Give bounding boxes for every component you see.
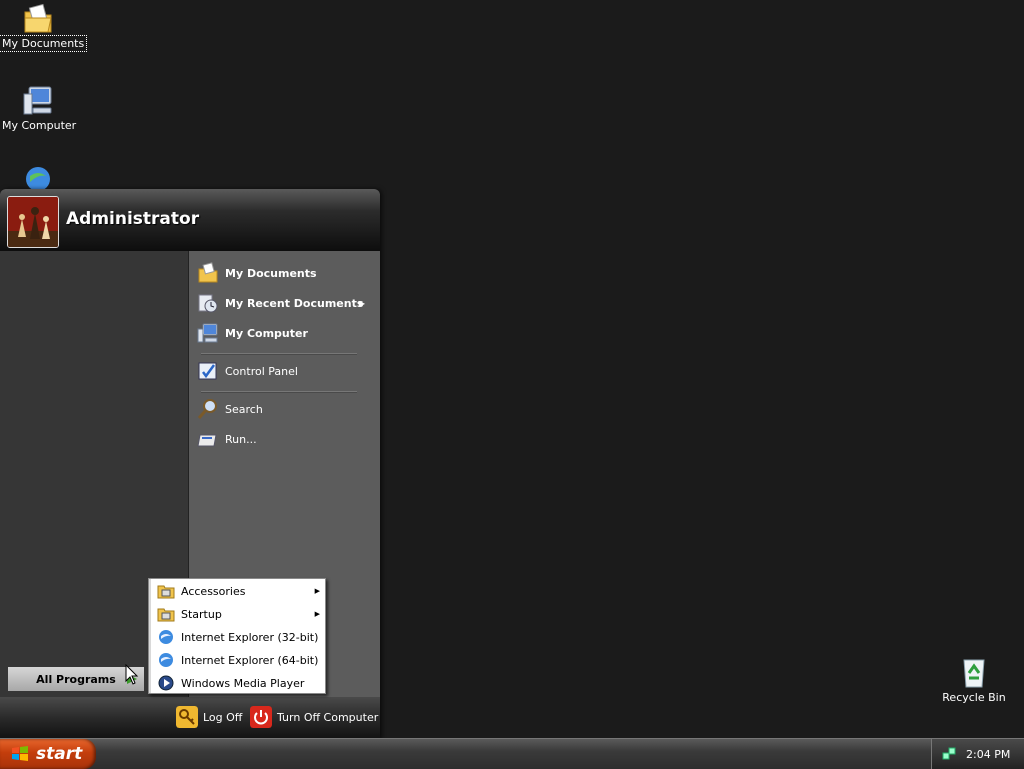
desktop-icon-recycle-bin[interactable]: Recycle Bin — [936, 656, 1012, 705]
chess-pieces-icon — [8, 197, 58, 247]
turn-off-computer-button[interactable]: Turn Off Computer — [250, 705, 378, 729]
submenu-arrow-icon: ▶ — [358, 298, 365, 308]
desktop-icon-my-documents[interactable]: My Documents — [0, 2, 88, 52]
places-control-panel[interactable]: Control Panel — [197, 357, 373, 385]
submenu-item-label: Windows Media Player — [181, 676, 305, 690]
recycle-bin-icon — [963, 659, 985, 688]
submenu-item-media-player[interactable]: Windows Media Player — [153, 672, 323, 694]
user-name: Administrator — [66, 209, 200, 229]
mouse-cursor-icon — [125, 664, 139, 685]
places-label: Search — [225, 402, 263, 416]
my-computer-icon — [23, 86, 52, 115]
clock[interactable]: 2:04 PM — [966, 748, 1010, 761]
log-off-button[interactable]: Log Off — [176, 705, 242, 729]
places-my-documents[interactable]: My Documents — [197, 259, 373, 287]
internet-explorer-icon — [159, 630, 173, 644]
submenu-arrow-icon: ▶ — [314, 587, 320, 595]
places-run[interactable]: Run... — [197, 425, 373, 453]
network-icon[interactable] — [942, 747, 956, 761]
places-my-recent-documents[interactable]: My Recent Documents ▶ — [197, 289, 373, 317]
recent-documents-icon — [198, 294, 218, 313]
desktop-icon-my-computer[interactable]: My Computer — [0, 84, 76, 133]
submenu-item-ie-64[interactable]: Internet Explorer (64-bit) — [153, 649, 323, 671]
system-tray: 2:04 PM — [931, 739, 1024, 769]
my-computer-icon — [197, 323, 218, 343]
places-label: My Documents — [225, 266, 317, 280]
places-my-computer[interactable]: My Computer — [197, 319, 373, 347]
program-group-icon — [157, 608, 175, 622]
media-player-icon — [158, 675, 174, 691]
desktop-icon-label: My Computer — [2, 119, 77, 132]
places-search[interactable]: Search — [197, 395, 373, 423]
all-programs-button[interactable]: All Programs — [8, 667, 144, 691]
start-button[interactable]: start — [0, 739, 96, 769]
my-documents-icon — [24, 3, 52, 33]
places-label: Control Panel — [225, 364, 298, 378]
places-label: My Computer — [225, 326, 308, 340]
start-label: start — [36, 744, 83, 764]
submenu-item-label: Internet Explorer (32-bit) — [181, 630, 319, 644]
submenu-item-startup[interactable]: Startup ▶ — [153, 603, 323, 625]
search-icon — [197, 399, 217, 419]
key-icon — [176, 706, 198, 728]
windows-logo-icon — [12, 746, 28, 761]
desktop-icon-label: My Documents — [0, 35, 88, 52]
start-menu-footer: Log Off Turn Off Computer — [0, 697, 380, 739]
submenu-item-label: Accessories — [181, 584, 246, 598]
menu-separator — [201, 353, 357, 355]
control-panel-icon — [198, 362, 217, 380]
internet-explorer-icon — [159, 653, 173, 667]
all-programs-submenu: Accessories ▶ Startup ▶ Internet Explore… — [148, 578, 326, 694]
submenu-arrow-icon: ▶ — [314, 610, 320, 618]
all-programs-label: All Programs — [36, 672, 116, 686]
submenu-item-ie-32[interactable]: Internet Explorer (32-bit) — [153, 626, 323, 648]
start-menu-header: Administrator — [0, 189, 380, 251]
menu-separator — [201, 391, 357, 393]
log-off-label: Log Off — [203, 710, 243, 724]
turn-off-label: Turn Off Computer — [277, 710, 379, 724]
power-icon — [250, 706, 272, 728]
desktop-icon-label: Recycle Bin — [942, 691, 1006, 704]
run-icon — [197, 434, 217, 447]
program-group-icon — [157, 585, 175, 599]
submenu-item-label: Internet Explorer (64-bit) — [181, 653, 319, 667]
my-documents-icon — [198, 262, 218, 283]
places-label: Run... — [225, 432, 257, 446]
submenu-item-accessories[interactable]: Accessories ▶ — [153, 580, 323, 602]
taskbar: start 2:04 PM — [0, 738, 1024, 769]
user-avatar[interactable] — [7, 196, 59, 248]
places-label: My Recent Documents — [225, 296, 364, 310]
submenu-item-label: Startup — [181, 607, 222, 621]
